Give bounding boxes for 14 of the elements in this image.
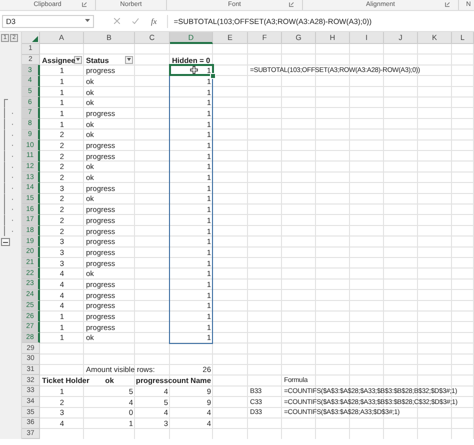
dialog-launcher-icon[interactable]	[82, 2, 87, 7]
minus-icon	[3, 242, 8, 243]
caret-icon	[76, 58, 80, 62]
dialog-launcher-icon[interactable]	[445, 2, 450, 7]
triangle-icon	[32, 36, 38, 42]
insert-function-button[interactable]: fx	[151, 16, 157, 26]
cursor-icon	[190, 66, 198, 74]
caret-icon[interactable]	[85, 19, 90, 23]
caret-icon	[127, 58, 131, 62]
fill-handle[interactable]	[210, 73, 216, 80]
select-all-button[interactable]	[22, 32, 40, 44]
collapse-button[interactable]	[1, 238, 10, 246]
check-icon[interactable]	[132, 18, 139, 24]
dialog-launcher-icon[interactable]	[289, 2, 294, 7]
